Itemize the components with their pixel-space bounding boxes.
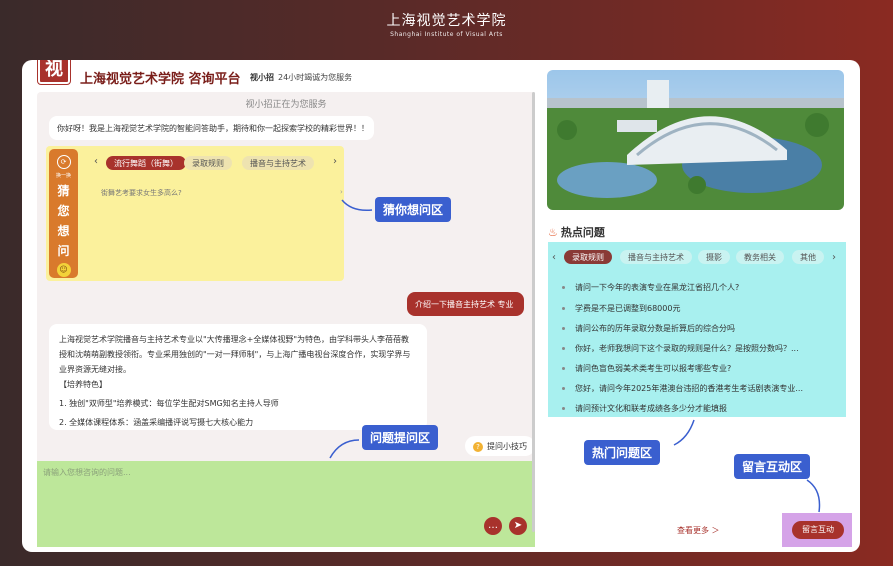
platform-logo: 视 [38, 60, 70, 84]
question-tips-button[interactable]: ? 提问小技巧 [465, 436, 535, 456]
refresh-label: 换一换 [55, 173, 71, 179]
header: 视 上海视觉艺术学院 咨询平台 视小招 24小时竭诚为您服务 [22, 60, 542, 92]
hot-zone-callout: 热门问题区 [584, 440, 661, 465]
campus-photo [547, 70, 844, 210]
school-name-en: Shanghai Institute of Visual Arts [390, 31, 503, 38]
message-button[interactable]: 留言互动 [792, 521, 844, 539]
school-name-cn: 上海视觉艺术学院 [386, 13, 507, 29]
chat-scrollbar[interactable] [532, 92, 535, 532]
hot-question-item[interactable]: 你好，老师我想问下这个录取的规则是什么？是按照分数吗？... [562, 343, 799, 354]
tips-label: 提问小技巧 [487, 442, 527, 451]
hot-questions-zone: ‹ 录取规则 播音与主持艺术 摄影 教务相关 其他 › 请问一下今年的表演专业在… [548, 242, 846, 417]
flame-icon: ♨ [548, 226, 558, 239]
refresh-icon: ⟳ [56, 155, 71, 169]
consult-panel: 视 上海视觉艺术学院 咨询平台 视小招 24小时竭诚为您服务 视小招正在为您服务… [22, 60, 860, 552]
hot-question-item[interactable]: 请问色盲色弱美术类考生可以报考哪些专业? [562, 363, 731, 374]
guess-tab[interactable]: 录取规则 [184, 156, 232, 170]
hot-question-item[interactable]: 学费是不是已调整到68000元 [562, 303, 680, 314]
question-input[interactable]: 请输入您想咨询的问题... [43, 467, 131, 478]
message-zone-callout: 留言互动区 [734, 454, 811, 479]
user-message: 介绍一下播音主持艺术 专业 [407, 292, 524, 316]
guess-title-char: 猜 [57, 184, 70, 198]
assistant-subtitle: 24小时竭诚为您服务 [278, 73, 353, 82]
hot-tab[interactable]: 摄影 [698, 250, 730, 264]
chat-status: 视小招正在为您服务 [245, 100, 327, 110]
answer-item: 1. 独创"双师型"培养模式：每位学生配对SMG知名主持人导师 [59, 399, 279, 408]
guess-zone-callout: 猜你想问区 [375, 197, 452, 222]
chevron-left-icon[interactable]: ‹ [552, 252, 556, 263]
question-input-zone[interactable]: 请输入您想咨询的问题... … ➤ [37, 461, 535, 547]
send-icon[interactable]: ➤ [509, 517, 527, 535]
guess-question[interactable]: 街舞艺考要求女生多高么? [101, 188, 182, 198]
message-zone: 留言互动 [782, 513, 852, 547]
guess-title-char: 问 [57, 244, 70, 258]
guess-zone: ⟳ 换一换 猜 您 想 问 ☺ ‹ 流行舞蹈（街舞） 录取规则 播音与主持艺术 … [46, 146, 344, 281]
guess-title-char: 想 [57, 224, 70, 238]
chevron-right-icon[interactable]: › [333, 156, 337, 167]
guess-refresh-button[interactable]: ⟳ 换一换 猜 您 想 问 ☺ [49, 149, 78, 278]
chevron-left-icon[interactable]: ‹ [94, 156, 98, 167]
hot-question-item[interactable]: 您好，请问今年2025年港澳台违招的香港考生考话剧表演专业... [562, 383, 803, 394]
chevron-right-icon[interactable]: › [832, 252, 836, 263]
hot-tab[interactable]: 其他 [792, 250, 824, 264]
school-logo: 上海视觉艺术学院 Shanghai Institute of Visual Ar… [0, 10, 893, 38]
see-more-link[interactable]: 查看更多 ＞ [677, 525, 720, 536]
guess-tab[interactable]: 播音与主持艺术 [242, 156, 314, 170]
welcome-message: 你好呀！我是上海视觉艺术学院的智能问答助手，期待和你一起探索学校的精彩世界！！ [49, 116, 374, 140]
answer-section: 【培养特色】 [59, 380, 107, 389]
guess-title-char: 您 [57, 204, 70, 218]
hot-tab[interactable]: 播音与主持艺术 [620, 250, 692, 264]
assistant-name: 视小招 [250, 73, 274, 82]
hot-question-item[interactable]: 请问公布的历年录取分数是折算后的综合分吗 [562, 323, 735, 334]
ask-zone-callout: 问题提问区 [362, 425, 439, 450]
hot-tab[interactable]: 录取规则 [564, 250, 612, 264]
hot-question-item[interactable]: 请问一下今年的表演专业在黑龙江省招几个人? [562, 282, 739, 293]
hot-question-item[interactable]: 请问预计文化和联考成绩各多少分才能填报 [562, 403, 727, 414]
hot-tab[interactable]: 教务相关 [736, 250, 784, 264]
hot-title-text: 热点问题 [560, 226, 605, 239]
guess-tab[interactable]: 流行舞蹈（街舞） [106, 156, 186, 170]
page-title: 上海视觉艺术学院 咨询平台 [80, 72, 241, 87]
chevron-right-icon: › [340, 188, 343, 196]
chat-area: 视小招正在为您服务 你好呀！我是上海视觉艺术学院的智能问答助手，期待和你一起探索… [37, 92, 535, 547]
assistant-answer: 上海视觉艺术学院播音与主持艺术专业以"大传播理念+全媒体视野"为特色，由学科带头… [49, 324, 427, 430]
answer-paragraph: 上海视觉艺术学院播音与主持艺术专业以"大传播理念+全媒体视野"为特色，由学科带头… [59, 335, 411, 374]
hot-questions-title: ♨ 热点问题 [548, 224, 605, 240]
mascot-face-icon: ☺ [56, 263, 71, 277]
chat-bubble-icon[interactable]: … [484, 517, 502, 535]
question-icon: ? [473, 442, 483, 452]
